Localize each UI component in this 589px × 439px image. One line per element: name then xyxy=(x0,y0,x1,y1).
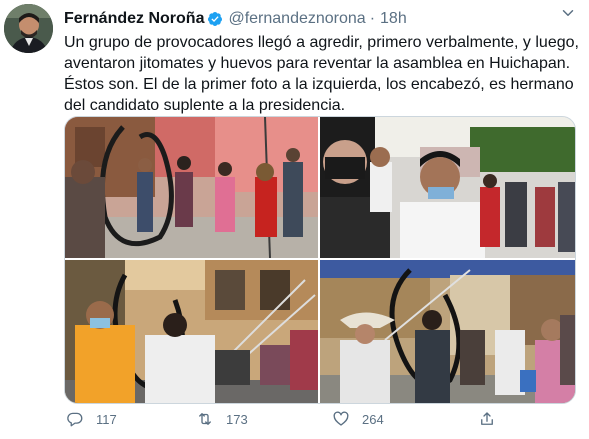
photo-1[interactable] xyxy=(65,117,318,258)
author-handle[interactable]: @fernandeznorona xyxy=(228,10,365,28)
tweet-text: Un grupo de provocadores llegó a agredir… xyxy=(64,34,579,114)
tweet-card[interactable]: Fernández Noroña @fernandeznorona · 18h … xyxy=(0,0,589,439)
tweet-header: Fernández Noroña @fernandeznorona · 18h xyxy=(64,8,579,30)
heart-icon xyxy=(333,411,349,426)
reply-button[interactable]: 117 xyxy=(66,410,117,428)
share-icon xyxy=(481,412,493,425)
avatar-image xyxy=(4,4,53,53)
avatar[interactable] xyxy=(4,4,53,53)
reply-icon xyxy=(67,412,83,427)
share-button[interactable] xyxy=(478,410,508,428)
photo-3[interactable] xyxy=(65,260,318,403)
chevron-down-icon[interactable] xyxy=(559,4,577,22)
like-count: 264 xyxy=(362,411,384,427)
author-name[interactable]: Fernández Noroña xyxy=(64,10,204,28)
reply-count: 117 xyxy=(96,411,117,427)
photo-grid xyxy=(64,116,576,404)
tweet-actions: 117 173 264 xyxy=(64,410,579,434)
retweet-icon xyxy=(199,413,211,425)
like-button[interactable]: 264 xyxy=(332,410,384,428)
retweet-button[interactable]: 173 xyxy=(196,410,248,428)
verified-badge-icon xyxy=(207,11,223,27)
retweet-count: 173 xyxy=(226,411,248,427)
tweet-timestamp[interactable]: 18h xyxy=(380,10,407,28)
photo-2[interactable] xyxy=(320,117,575,258)
photo-4[interactable] xyxy=(320,260,575,403)
separator-dot: · xyxy=(369,10,376,27)
